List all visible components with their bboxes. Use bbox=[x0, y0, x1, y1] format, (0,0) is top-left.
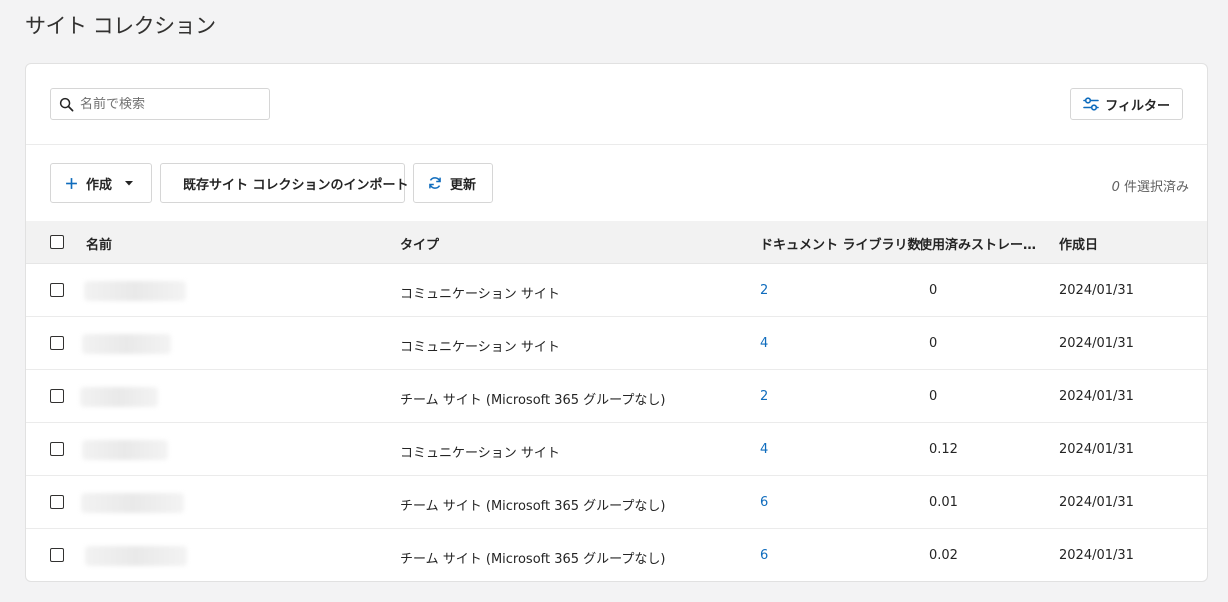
refresh-button[interactable]: 更新 bbox=[413, 163, 493, 203]
table-row[interactable]: コミュニケーション サイト 4 0.12 2024/01/31 bbox=[26, 423, 1207, 476]
created-date: 2024/01/31 bbox=[1059, 548, 1134, 563]
site-name-redacted[interactable] bbox=[82, 440, 168, 460]
table-row[interactable]: チーム サイト (Microsoft 365 グループなし) 6 0.02 20… bbox=[26, 529, 1207, 581]
create-label: 作成 bbox=[86, 177, 113, 193]
column-header-storage[interactable]: 使用済みストレー… bbox=[919, 234, 1037, 253]
row-checkbox[interactable] bbox=[50, 336, 64, 350]
filter-button[interactable]: フィルター bbox=[1070, 88, 1183, 120]
site-name-redacted[interactable] bbox=[85, 546, 187, 566]
column-header-name[interactable]: 名前 bbox=[86, 234, 112, 253]
site-type: コミュニケーション サイト bbox=[400, 446, 560, 461]
created-date: 2024/01/31 bbox=[1059, 283, 1134, 298]
filter-icon bbox=[1083, 97, 1100, 111]
created-date: 2024/01/31 bbox=[1059, 495, 1134, 510]
header-divider bbox=[26, 144, 1207, 145]
import-site-collection-button[interactable]: 既存サイト コレクションのインポート bbox=[160, 163, 409, 203]
storage-used: 0 bbox=[929, 389, 938, 404]
storage-used: 0 bbox=[929, 336, 938, 351]
table-row[interactable]: コミュニケーション サイト 4 0 2024/01/31 bbox=[26, 317, 1207, 370]
doc-library-count-link[interactable]: 2 bbox=[760, 389, 768, 404]
selection-count-number: 0 bbox=[1111, 180, 1120, 195]
storage-used: 0 bbox=[929, 283, 938, 298]
table-row[interactable]: チーム サイト (Microsoft 365 グループなし) 6 0.01 20… bbox=[26, 476, 1207, 529]
filter-label: フィルター bbox=[1105, 98, 1170, 114]
refresh-label: 更新 bbox=[450, 177, 477, 193]
search-input[interactable] bbox=[80, 96, 260, 112]
row-checkbox[interactable] bbox=[50, 548, 64, 562]
search-icon bbox=[59, 97, 74, 111]
search-box[interactable] bbox=[50, 88, 270, 120]
row-checkbox[interactable] bbox=[50, 442, 64, 456]
page-title: サイト コレクション bbox=[25, 14, 216, 38]
selection-count-suffix: 件選択済み bbox=[1123, 180, 1189, 195]
site-type: コミュニケーション サイト bbox=[400, 287, 560, 302]
create-button[interactable]: 作成 bbox=[50, 163, 152, 203]
select-all-checkbox[interactable] bbox=[50, 235, 64, 249]
table-row[interactable]: コミュニケーション サイト 2 0 2024/01/31 bbox=[26, 264, 1207, 317]
table-header: 名前 タイプ ドキュメント ライブラリ数 使用済みストレー… 作成日 bbox=[26, 221, 1207, 264]
site-type: コミュニケーション サイト bbox=[400, 340, 560, 355]
site-name-redacted[interactable] bbox=[84, 281, 186, 301]
storage-used: 0.01 bbox=[929, 495, 958, 510]
storage-used: 0.12 bbox=[929, 442, 958, 457]
column-header-doc-libraries[interactable]: ドキュメント ライブラリ数 bbox=[760, 234, 921, 253]
row-checkbox[interactable] bbox=[50, 495, 64, 509]
site-type: チーム サイト (Microsoft 365 グループなし) bbox=[400, 393, 666, 408]
row-checkbox[interactable] bbox=[50, 389, 64, 403]
doc-library-count-link[interactable]: 2 bbox=[760, 283, 768, 298]
caret-down-icon bbox=[125, 181, 134, 186]
doc-library-count-link[interactable]: 6 bbox=[760, 495, 768, 510]
column-header-created[interactable]: 作成日 bbox=[1059, 234, 1098, 253]
site-name-redacted[interactable] bbox=[82, 334, 171, 354]
site-type: チーム サイト (Microsoft 365 グループなし) bbox=[400, 552, 666, 567]
doc-library-count-link[interactable]: 4 bbox=[760, 336, 768, 351]
table-row[interactable]: チーム サイト (Microsoft 365 グループなし) 2 0 2024/… bbox=[26, 370, 1207, 423]
created-date: 2024/01/31 bbox=[1059, 336, 1134, 351]
import-label: 既存サイト コレクションのインポート bbox=[183, 177, 409, 193]
selection-count: 0 件選択済み bbox=[1112, 176, 1189, 195]
created-date: 2024/01/31 bbox=[1059, 442, 1134, 457]
site-collections-card: フィルター 作成 既存サイト コレクションのインポート 更新 0 件選択済み bbox=[25, 63, 1208, 582]
doc-library-count-link[interactable]: 6 bbox=[760, 548, 768, 563]
created-date: 2024/01/31 bbox=[1059, 389, 1134, 404]
doc-library-count-link[interactable]: 4 bbox=[760, 442, 768, 457]
row-checkbox[interactable] bbox=[50, 283, 64, 297]
refresh-icon bbox=[429, 177, 441, 189]
site-type: チーム サイト (Microsoft 365 グループなし) bbox=[400, 499, 666, 514]
column-header-type[interactable]: タイプ bbox=[400, 234, 439, 253]
site-name-redacted[interactable] bbox=[81, 493, 184, 513]
storage-used: 0.02 bbox=[929, 548, 958, 563]
site-name-redacted[interactable] bbox=[80, 387, 158, 407]
plus-icon bbox=[66, 177, 77, 189]
